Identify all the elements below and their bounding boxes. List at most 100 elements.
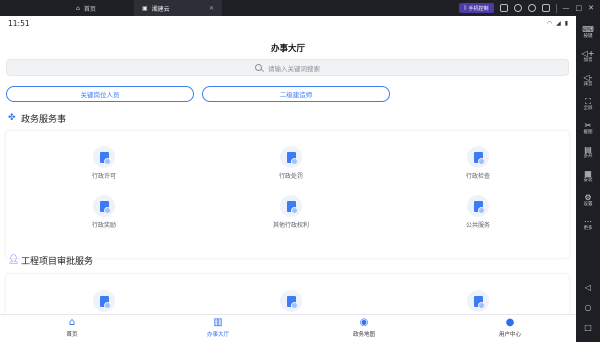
status-time: 11:51 <box>8 18 30 28</box>
sidebar-multi-instance[interactable]: ▤ 多开 <box>577 142 599 163</box>
section-title-project-approval: 👤︎ 工程项目审批服务 <box>8 254 94 268</box>
home-tab-icon: ⌂ <box>76 4 80 12</box>
maximize-icon[interactable]: □ <box>576 4 583 12</box>
message-icon[interactable] <box>513 4 522 12</box>
service-item-label: 其他行政权利 <box>272 222 309 229</box>
status-bar: 11:51 ◠ ◢ ▮ <box>0 16 576 30</box>
sidebar-label: 按键 <box>583 34 593 39</box>
emulator-sidebar: ⌨ 按键 ◁+ 加音 ◁- 减音 ⛶ 全屏 ✂ 截图 ▤ 多开 ▦ 安装 ⚙ 设置 ⋯ 更多 ◁ … <box>576 16 600 342</box>
volume-up-icon: ◁+ <box>581 49 595 58</box>
bottom-nav: ⌂ 首页 ▥ 办事大厅 ◉ 政务地图 ● 用户中心 <box>0 314 576 342</box>
emulator-title-bar: ⌂ 首页 ▣ 湘建云 ✕ ▯ 手机控制 — □ ✕ <box>0 0 600 16</box>
tab-app[interactable]: ▣ 湘建云 ✕ <box>134 0 222 16</box>
account-icon[interactable] <box>527 4 536 12</box>
nav-gov-map[interactable]: ◉ 政务地图 <box>324 317 404 338</box>
android-nav-buttons: ◁ ○ □ <box>584 283 592 332</box>
home-circle-icon[interactable]: ○ <box>585 303 592 312</box>
service-item-penalty[interactable]: 行政处罚 <box>231 146 351 180</box>
section-title-text: 政务服务事 <box>21 115 67 125</box>
fullscreen-icon: ⛶ <box>585 97 591 106</box>
close-tab-icon[interactable]: ✕ <box>209 5 214 12</box>
license-doc-icon <box>93 146 115 168</box>
approval-item-1[interactable] <box>44 290 164 312</box>
sidebar-fullscreen[interactable]: ⛶ 全屏 <box>577 94 599 115</box>
tab-home[interactable]: ⌂ 首页 <box>68 0 130 16</box>
service-item-inspection[interactable]: 行政检查 <box>418 146 538 180</box>
sidebar-label: 减音 <box>583 82 593 87</box>
menu-icon[interactable] <box>541 4 550 12</box>
nav-label: 用户中心 <box>498 332 521 338</box>
bank-building-icon <box>280 290 302 312</box>
nav-label: 办事大厅 <box>206 332 229 338</box>
service-item-label: 行政奖励 <box>91 222 116 229</box>
status-icons: ◠ ◢ ▮ <box>547 20 568 27</box>
scissors-icon: ✂ <box>584 121 592 130</box>
search-input[interactable]: 请输入关键词搜索 <box>6 59 569 76</box>
recents-icon[interactable]: □ <box>584 323 592 332</box>
sidebar-label: 多开 <box>583 154 593 159</box>
app-tab-icon: ▣ <box>142 4 148 12</box>
volume-down-icon: ◁- <box>583 73 593 82</box>
sidebar-more[interactable]: ⋯ 更多 <box>577 214 599 235</box>
approval-item-2[interactable] <box>231 290 351 312</box>
minimize-icon[interactable]: — <box>563 4 570 12</box>
key-personnel-button[interactable]: 关键岗位人员 <box>6 86 194 102</box>
service-item-label: 行政处罚 <box>278 173 303 180</box>
nav-home[interactable]: ⌂ 首页 <box>32 317 112 338</box>
person-icon: 👤︎ <box>8 255 20 265</box>
public-service-icon <box>467 195 489 217</box>
sidebar-install[interactable]: ▦ 安装 <box>577 166 599 187</box>
service-item-reward[interactable]: 行政奖励 <box>44 195 164 229</box>
section-title-gov-services: ✤ 政务服务事 <box>8 112 67 126</box>
service-item-label: 行政检查 <box>465 173 490 180</box>
sidebar-label: 全屏 <box>583 106 593 111</box>
service-item-public[interactable]: 公共服务 <box>418 195 538 229</box>
constructor-button[interactable]: 二级建造师 <box>202 86 390 102</box>
service-item-license[interactable]: 行政许可 <box>44 146 164 180</box>
install-icon: ▦ <box>584 169 592 178</box>
nav-service-hall[interactable]: ▥ 办事大厅 <box>178 317 258 338</box>
building-icon <box>467 290 489 312</box>
phone-screen: 11:51 ◠ ◢ ▮ 办事大厅 请输入关键词搜索 关键岗位人员 二级建造师 ✤… <box>0 16 576 342</box>
sidebar-volume-down[interactable]: ◁- 减音 <box>577 70 599 91</box>
wifi-icon: ◠ <box>546 19 553 27</box>
sidebar-volume-up[interactable]: ◁+ 加音 <box>577 46 599 67</box>
sidebar-settings[interactable]: ⚙ 设置 <box>577 190 599 211</box>
search-placeholder: 请输入关键词搜索 <box>268 64 320 73</box>
back-icon[interactable]: ◁ <box>585 283 591 292</box>
nav-label: 政务地图 <box>352 332 375 338</box>
keyboard-icon: ⌨ <box>582 25 594 34</box>
home-icon: ⌂ <box>68 317 76 328</box>
settings-icon: ⚙ <box>584 193 592 202</box>
map-pin-icon: ◉ <box>359 317 369 328</box>
more-icon: ⋯ <box>584 217 592 226</box>
sidebar-label: 更多 <box>583 226 593 231</box>
search-icon <box>255 64 262 71</box>
phone-control-button[interactable]: ▯ 手机控制 <box>458 3 494 13</box>
nav-user-center[interactable]: ● 用户中心 <box>470 317 550 338</box>
multi-instance-icon: ▤ <box>584 145 592 154</box>
approval-item-3[interactable] <box>418 290 538 312</box>
building-icon: ▥ <box>213 317 223 328</box>
tab-home-label: 首页 <box>83 5 96 13</box>
sidebar-label: 加音 <box>583 58 593 63</box>
close-icon[interactable]: ✕ <box>588 4 594 12</box>
sidebar-screenshot[interactable]: ✂ 截图 <box>577 118 599 139</box>
tab-app-label: 湘建云 <box>151 5 170 13</box>
phone-control-label: 手机控制 <box>468 5 489 12</box>
phone-icon: ▯ <box>463 5 467 11</box>
grid-apps-icon: ✤ <box>8 113 16 123</box>
section-title-text: 工程项目审批服务 <box>21 257 94 267</box>
signal-icon: ◢ <box>556 19 561 27</box>
nav-label: 首页 <box>66 332 78 338</box>
gamepad-icon[interactable] <box>499 4 508 12</box>
sidebar-label: 截图 <box>583 130 593 135</box>
service-item-other-rights[interactable]: 其他行政权利 <box>231 195 351 229</box>
sidebar-keyboard[interactable]: ⌨ 按键 <box>577 22 599 43</box>
penalty-doc-icon <box>280 146 302 168</box>
user-icon: ● <box>505 317 515 328</box>
page-title: 办事大厅 <box>270 44 305 54</box>
sidebar-label: 设置 <box>583 202 593 207</box>
title-bar-divider <box>555 3 557 13</box>
title-bar-controls: ▯ 手机控制 — □ ✕ <box>458 0 594 16</box>
